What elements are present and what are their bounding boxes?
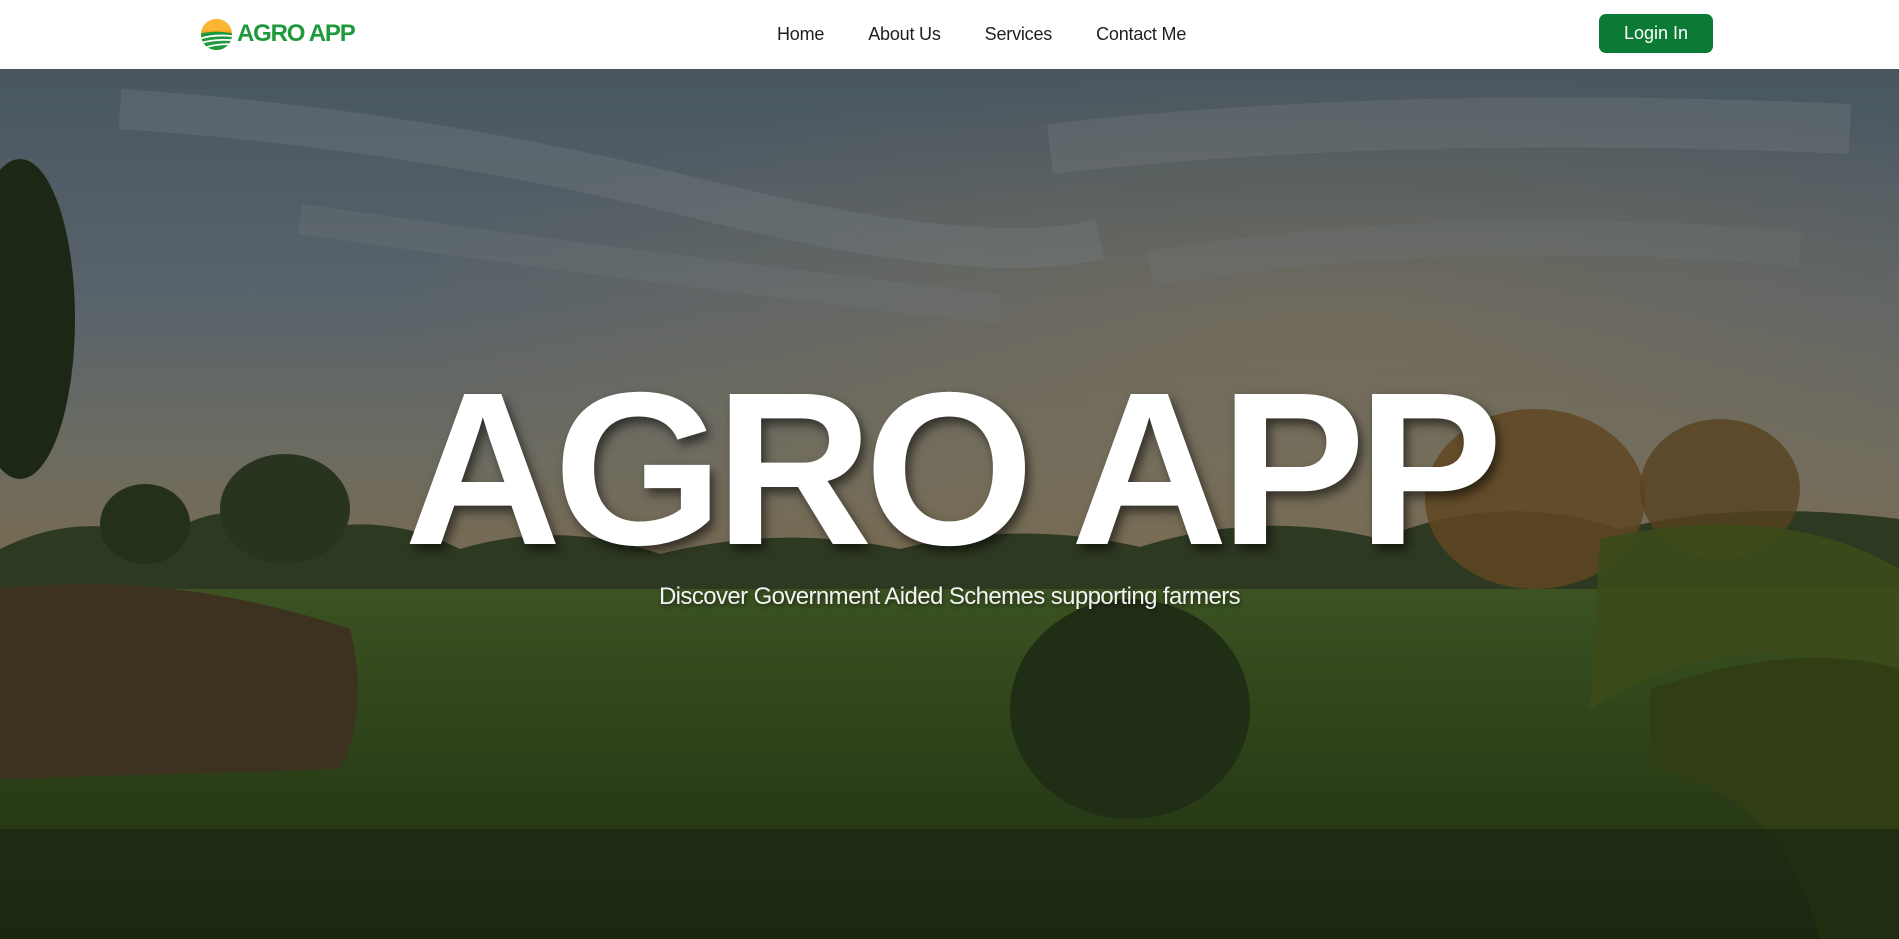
- nav-link-about-us[interactable]: About Us: [868, 24, 941, 44]
- nav-item-services: Services: [985, 24, 1053, 45]
- nav-link-home[interactable]: Home: [777, 24, 824, 44]
- main-nav: Home About Us Services Contact Me: [777, 0, 1186, 69]
- nav-link-contact-me[interactable]: Contact Me: [1096, 24, 1186, 44]
- logo-text: AGRO APP: [237, 20, 356, 47]
- hero-subtitle: Discover Government Aided Schemes suppor…: [658, 583, 1241, 610]
- nav-item-contact: Contact Me: [1096, 24, 1186, 45]
- login-button[interactable]: Login In: [1599, 14, 1713, 53]
- nav-link-services[interactable]: Services: [985, 24, 1053, 44]
- sun-field-logo-icon: [200, 18, 233, 51]
- top-navbar: AGRO APP Home About Us Services Contact …: [0, 0, 1899, 69]
- nav-item-about: About Us: [868, 24, 941, 45]
- brand-logo[interactable]: AGRO APP: [200, 17, 356, 51]
- hero-title: AGRO APP: [404, 348, 1503, 591]
- hero-section: AGRO APP Discover Government Aided Schem…: [0, 69, 1899, 939]
- nav-item-home: Home: [777, 24, 824, 45]
